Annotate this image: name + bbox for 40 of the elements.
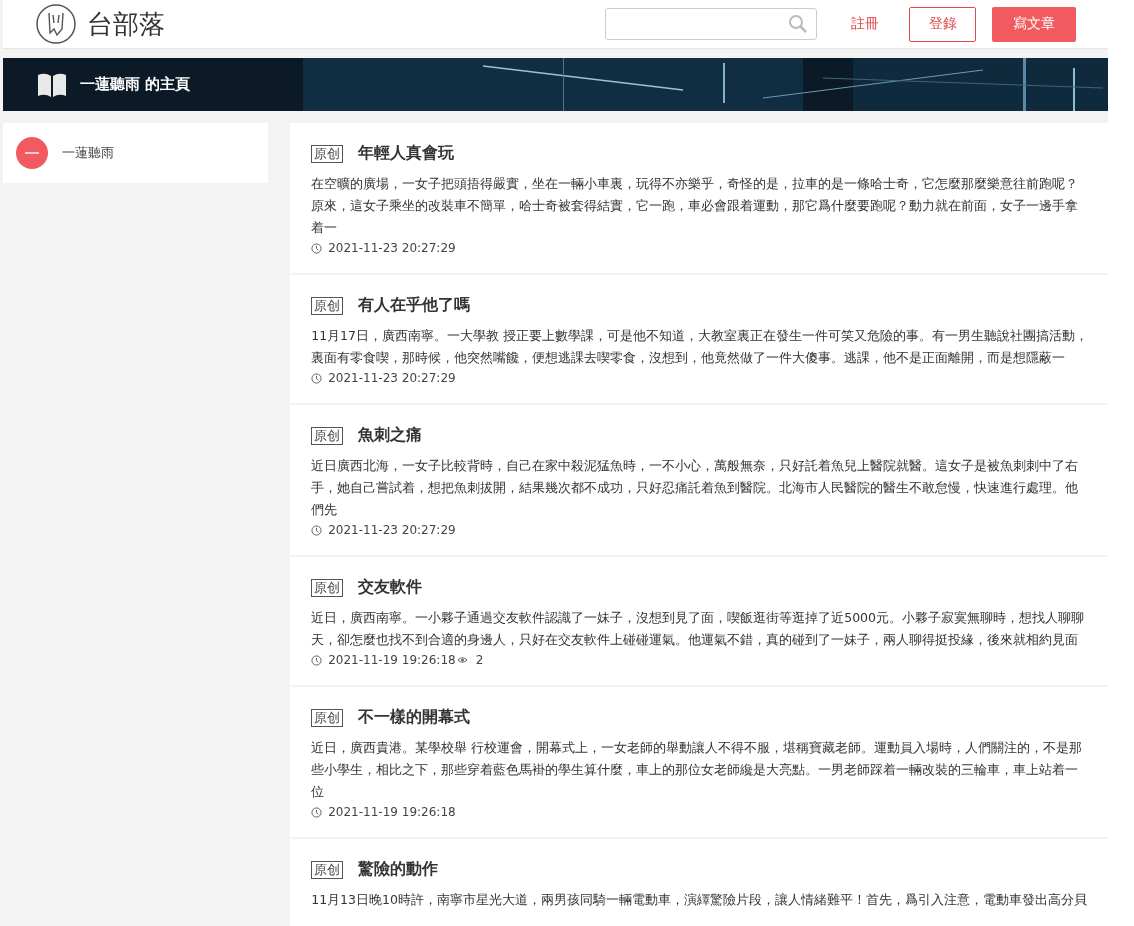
clock-icon (311, 806, 323, 818)
user-name[interactable]: 一蓮聽雨 (62, 144, 114, 162)
article-excerpt: 近日廣西北海，一女子比較背時，自己在家中殺泥猛魚時，一不小心，萬般無奈，只好託着魚兒上醫院就醫。這女子是被魚刺刺中了右 手，她自己嘗試着，想把魚刺拔開，結果幾次都不成功，只好忍痛託着魚到醫院。北海市人民醫院的醫生不敢怠慢，快速進行處理。他 們先 (311, 457, 1080, 519)
original-tag: 原创 (311, 296, 344, 315)
original-tag: 原创 (311, 860, 344, 879)
original-tag: 原创 (311, 708, 344, 727)
article-excerpt: 11月13日晚10時許，南寧市星光大道，兩男孩同騎一輛電動車，演繹驚險片段，讓人情緒難平！首先，爲引入注意，電動車發出高分貝 (311, 891, 1088, 909)
article-excerpt: 近日，廣西貴港。某學校舉 行校運會，開幕式上，一女老師的舉動讓人不得不服，堪稱寶藏老師。運動員入場時，人們關注的，不是那 些小學生，相比之下，那些穿着藍色馬褂的學生算什麼，車上的那位女老師纔是大亮點。一男老師踩着一輛改裝的三輪車，車上站着一 位 (311, 739, 1084, 801)
view-count: 2 (475, 653, 484, 667)
clock-icon (311, 242, 323, 254)
clock-icon (311, 372, 323, 384)
publish-date: 2021-11-23 20:27:29 (328, 523, 456, 537)
login-button[interactable]: 登錄 (909, 6, 976, 42)
clock-icon (311, 654, 323, 666)
original-tag: 原创 (311, 426, 344, 445)
article-title[interactable]: 年輕人真會玩 (358, 143, 455, 164)
article-excerpt: 近日，廣西南寧。一小夥子通過交友軟件認識了一妹子，沒想到見了面，喫飯逛街等逛掉了近5000元。小夥子寂寞無聊時，想找人聊聊 天，卻怎麼也找不到合適的身邊人，只好在交友軟件上碰碰運氣。他運氣不錯，真的碰到了一妹子，兩人聊得挺投緣，後來就相約見面 (311, 609, 1085, 649)
article-excerpt: 11月17日，廣西南寧。一大學教 授正要上數學課，可是他不知道，大教室裏正在發生一件可笑又危險的事。有一男生聽說社團搞活動， 裏面有零食喫，那時候，他突然嘴饞，便想逃課去喫零食，沒想到，他竟然做了一件大傻事。逃課，他不是正面離開，而是想隱蔽一 (311, 327, 1088, 367)
logo-icon (35, 3, 77, 45)
search-field[interactable] (605, 8, 817, 40)
article-title[interactable]: 交友軟件 (358, 577, 423, 598)
register-link[interactable]: 註冊 (851, 15, 879, 33)
site-name[interactable]: 台部落 (87, 6, 165, 42)
original-tag: 原创 (311, 144, 344, 163)
publish-date: 2021-11-19 19:26:18 (328, 805, 456, 819)
clock-icon (311, 524, 323, 536)
publish-date: 2021-11-23 20:27:29 (328, 371, 456, 385)
publish-date: 2021-11-19 19:26:18 (328, 653, 456, 667)
eye-icon (456, 656, 468, 664)
article-title[interactable]: 不一樣的開幕式 (358, 707, 471, 728)
avatar-icon[interactable] (16, 137, 48, 169)
article-title[interactable]: 驚險的動作 (358, 859, 439, 880)
original-tag: 原创 (311, 578, 344, 597)
article-title[interactable]: 有人在乎他了嗎 (358, 295, 471, 316)
banner-title: 一蓮聽雨 的主頁 (80, 75, 191, 94)
article-excerpt: 在空曠的廣場，一女子把頭捂得嚴實，坐在一輛小車裏，玩得不亦樂乎，奇怪的是，拉車的是一條哈士奇，它怎麼那麼樂意往前跑呢？ 原來，這女子乘坐的改裝車不簡單，哈士奇被套得結實，它一跑，車必會跟着運動，那它爲什麼要跑呢？動力就在前面，女子一邊手拿 着一 (311, 175, 1080, 237)
search-icon[interactable] (788, 14, 808, 34)
book-icon (36, 71, 68, 98)
publish-date: 2021-11-23 20:27:29 (328, 241, 456, 255)
article-title[interactable]: 魚刺之痛 (358, 425, 423, 446)
